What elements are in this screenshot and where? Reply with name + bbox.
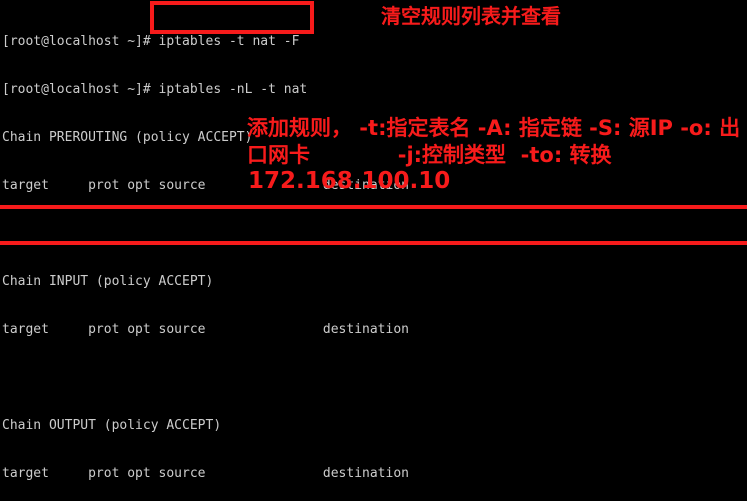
terminal-line: target prot opt source destination bbox=[2, 466, 409, 481]
terminal-line: target prot opt source destination bbox=[2, 322, 409, 337]
terminal-line: Chain PREROUTING (policy ACCEPT) bbox=[2, 130, 253, 145]
terminal-line: [root@localhost ~]# iptables -nL -t nat bbox=[2, 82, 308, 97]
terminal-line: [root@localhost ~]# iptables -t nat -F bbox=[2, 34, 300, 49]
terminal-line: Chain INPUT (policy ACCEPT) bbox=[2, 274, 214, 289]
terminal-screenshot: [root@localhost ~]# iptables -t nat -F [… bbox=[0, 0, 747, 501]
terminal-output[interactable]: [root@localhost ~]# iptables -t nat -F [… bbox=[0, 0, 747, 501]
terminal-line: target prot opt source destination bbox=[2, 178, 409, 193]
terminal-line: Chain OUTPUT (policy ACCEPT) bbox=[2, 418, 222, 433]
